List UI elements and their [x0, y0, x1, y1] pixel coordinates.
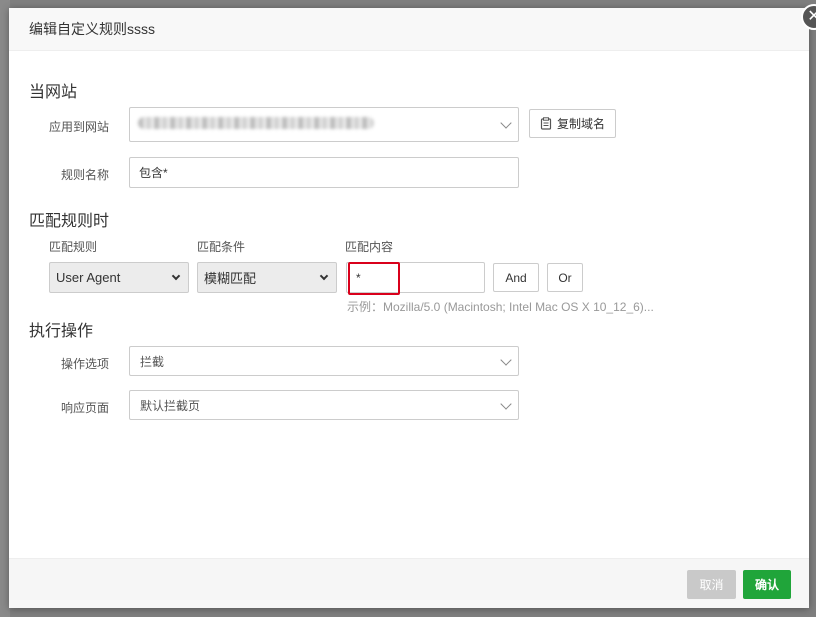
section-title-match: 匹配规则时 — [29, 213, 110, 230]
action-option-value: 拦截 — [140, 354, 165, 369]
or-label: Or — [558, 270, 572, 285]
response-page-select[interactable]: 默认拦截页 — [129, 390, 519, 420]
rule-name-label: 规则名称 — [60, 168, 109, 182]
dialog-footer: 取消 确认 — [9, 558, 809, 608]
action-option-select[interactable]: 拦截 — [129, 346, 519, 376]
response-page-value: 默认拦截页 — [140, 398, 201, 413]
match-rule-value: User Agent — [56, 270, 121, 285]
apply-site-label: 应用到网站 — [48, 120, 109, 134]
chevron-down-icon — [500, 354, 512, 366]
copy-domain-label: 复制域名 — [556, 117, 605, 131]
dialog-header: 编辑自定义规则ssss — [9, 8, 809, 51]
apply-site-select[interactable] — [129, 107, 519, 142]
chevron-down-icon — [500, 117, 512, 129]
copy-domain-button[interactable]: 复制域名 — [529, 109, 616, 138]
section-title-site: 当网站 — [29, 84, 78, 101]
match-condition-value: 模糊匹配 — [204, 271, 257, 286]
blurred-site-value — [138, 117, 374, 129]
highlight-box — [348, 262, 400, 295]
clipboard-icon — [540, 117, 552, 130]
chevron-down-icon — [171, 271, 181, 281]
chevron-down-icon — [319, 271, 329, 281]
chevron-down-icon — [500, 398, 512, 410]
match-content-column-label: 匹配内容 — [345, 240, 394, 254]
match-condition-select[interactable]: 模糊匹配 — [197, 262, 337, 293]
match-content-hint: 示例：Mozilla/5.0 (Macintosh; Intel Mac OS … — [347, 300, 654, 314]
response-page-label: 响应页面 — [60, 401, 109, 415]
match-rule-select[interactable]: User Agent — [49, 262, 189, 293]
confirm-button[interactable]: 确认 — [743, 570, 791, 599]
match-rule-column-label: 匹配规则 — [49, 240, 98, 254]
match-condition-column-label: 匹配条件 — [197, 240, 246, 254]
edit-rule-dialog: 编辑自定义规则ssss ✕ 当网站 应用到网站 复制域名 规则名称 包含* 匹配… — [9, 4, 816, 608]
close-icon: ✕ — [807, 8, 816, 25]
cancel-button[interactable]: 取消 — [687, 570, 736, 599]
action-option-label: 操作选项 — [60, 357, 109, 371]
or-button[interactable]: Or — [547, 263, 583, 292]
section-title-action: 执行操作 — [29, 323, 94, 340]
dialog-title: 编辑自定义规则ssss — [29, 21, 155, 37]
confirm-label: 确认 — [754, 578, 779, 592]
cancel-label: 取消 — [699, 578, 724, 592]
rule-name-value: 包含* — [139, 166, 168, 180]
and-label: And — [505, 270, 527, 285]
and-button[interactable]: And — [493, 263, 539, 292]
rule-name-input[interactable]: 包含* — [129, 157, 519, 188]
